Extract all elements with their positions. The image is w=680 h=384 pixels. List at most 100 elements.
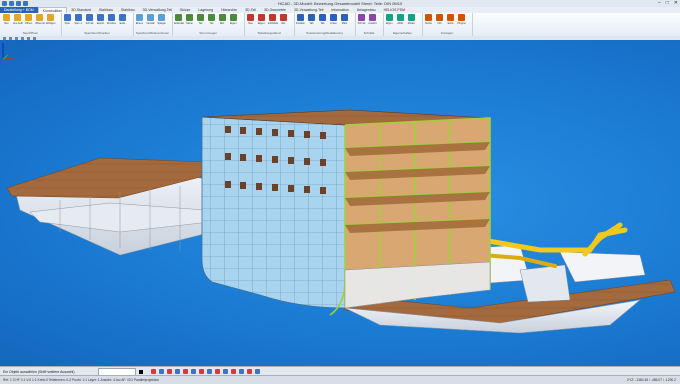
close-button[interactable]: ✕	[674, 0, 678, 7]
ribbon-button-label: Tab	[320, 22, 325, 25]
ribbon-button[interactable]: Model.	[407, 14, 416, 27]
ribbon-button[interactable]: Eigen.	[229, 14, 238, 27]
snap-icon[interactable]	[255, 369, 260, 374]
ribbon-button-icon	[158, 14, 165, 21]
ribbon-button-icon	[36, 14, 43, 21]
ribbon-button-icon	[25, 14, 32, 21]
ribbon-button-icon	[64, 14, 71, 21]
ribbon-button[interactable]: Schnitt	[85, 14, 94, 27]
ribbon-button[interactable]: Versatz	[146, 14, 155, 27]
ribbon-button[interactable]: Position	[296, 14, 305, 27]
ribbon-button[interactable]: Mark	[340, 14, 349, 27]
axis-triad-icon	[2, 43, 14, 60]
ribbon-button[interactable]: Öffnen Ex.	[35, 14, 45, 27]
3d-viewport[interactable]	[0, 40, 680, 366]
ribbon-button-label: Neu	[4, 22, 9, 25]
snap-icon[interactable]	[239, 369, 244, 374]
ribbon-group: Spei. Spei. u. Schnitt Export Drucken Ende Spe…	[61, 13, 134, 36]
ribbon-button[interactable]: Bez.	[218, 14, 227, 27]
ribbon-button[interactable]: Neu Aufb.	[13, 14, 23, 27]
ribbon-button[interactable]: Eigen.	[257, 14, 266, 27]
ribbon-button[interactable]: Ansicht	[368, 14, 377, 27]
snap-icon[interactable]	[215, 369, 220, 374]
ribbon-button-icon	[197, 14, 204, 21]
snap-icon[interactable]	[191, 369, 196, 374]
ribbon-button[interactable]: Attrib.	[396, 14, 405, 27]
snap-icon[interactable]	[167, 369, 172, 374]
ribbon-button-label: Einfügen	[45, 22, 56, 25]
snap-icon[interactable]	[199, 369, 204, 374]
ribbon-button[interactable]: Info	[435, 14, 444, 27]
ribbon-button-icon	[75, 14, 82, 21]
snap-icon[interactable]	[183, 369, 188, 374]
ribbon-button[interactable]: Name	[185, 14, 194, 27]
snap-icon[interactable]	[159, 369, 164, 374]
ribbon-button-icon	[3, 14, 10, 21]
ribbon-button-icon	[408, 14, 415, 21]
ribbon-button-label: Name	[186, 22, 193, 25]
ribbon-button[interactable]: Einfügen	[46, 14, 55, 27]
ribbon-button[interactable]: Schnitt	[357, 14, 366, 27]
ribbon-button[interactable]: Suche	[424, 14, 433, 27]
ribbon-button[interactable]: Öffnen	[24, 14, 33, 27]
ribbon-button-icon	[136, 14, 143, 21]
ribbon-button[interactable]: Teil	[196, 14, 205, 27]
ribbon-button-label: Spei.	[64, 22, 71, 25]
ribbon-button-icon	[386, 14, 393, 21]
ribbon-button[interactable]: Stückliste	[267, 14, 278, 27]
ribbon-button[interactable]: Linien	[329, 14, 338, 27]
ribbon-button[interactable]: Neu	[246, 14, 255, 27]
color-swatch[interactable]	[139, 369, 143, 374]
ribbon-button-icon	[447, 14, 454, 21]
ribbon-button-icon	[425, 14, 432, 21]
ribbon-button-icon	[108, 14, 115, 21]
ribbon-button[interactable]: Spiegel	[157, 14, 166, 27]
ribbon-button-icon	[280, 14, 287, 21]
ribbon-button-icon	[297, 14, 304, 21]
snap-icon[interactable]	[151, 369, 156, 374]
ribbon-button[interactable]: Teilstruktur	[173, 14, 184, 27]
ribbon-button-label: Versatz	[146, 22, 155, 25]
snap-icon[interactable]	[175, 369, 180, 374]
ribbon-button-label: Eigen.	[385, 22, 394, 25]
snap-icon[interactable]	[231, 369, 236, 374]
ribbon-button-icon	[247, 14, 254, 21]
window-title: HiCAD - 3D-Modell: Bewertung Gesamtmodel…	[277, 1, 403, 6]
ribbon-button-icon	[369, 14, 376, 21]
ribbon-button-label: Bez.	[219, 22, 225, 25]
snap-icon[interactable]	[247, 369, 252, 374]
ribbon-button[interactable]: Plugins	[457, 14, 466, 27]
ribbon-group: TeilstrukturNameTeilTeilBez.Eigen.Teil e…	[172, 13, 245, 36]
ribbon-button-icon	[458, 14, 465, 21]
snap-icon[interactable]	[207, 369, 212, 374]
ribbon-group: Suche Info Extra Plugins Anzeigen	[422, 13, 473, 36]
ribbon-button[interactable]: Spei. u.	[74, 14, 83, 27]
ribbon-button-label: Eigen.	[257, 22, 266, 25]
ribbon-button[interactable]: Ref.	[279, 14, 288, 27]
maximize-button[interactable]: □	[666, 0, 669, 7]
ribbon-button-label: Suche	[424, 22, 433, 25]
ribbon-button[interactable]: Ebene	[135, 14, 144, 27]
ribbon-button[interactable]: Spei.	[63, 14, 72, 27]
ribbon-button[interactable]: Export	[96, 14, 105, 27]
ribbon-group: Position Tab Tab Linien Mark Positionierung/D…	[294, 13, 356, 36]
ribbon-button-label: Teilstruktur	[173, 22, 184, 25]
ribbon-button[interactable]: Ende	[118, 14, 127, 27]
ship-model	[6, 109, 676, 334]
ribbon-button-icon	[147, 14, 154, 21]
ribbon-button[interactable]: Tab	[318, 14, 327, 27]
ribbon-button[interactable]: Teil	[207, 14, 216, 27]
minimize-button[interactable]: –	[658, 0, 661, 7]
ribbon-button-label: Stückliste	[267, 22, 278, 25]
ribbon-button[interactable]: Drucken	[107, 14, 116, 27]
ribbon-button-label: Ref.	[281, 22, 286, 25]
snap-toolbar	[151, 369, 260, 374]
ribbon-button[interactable]: Neu	[2, 14, 11, 27]
ribbon-button[interactable]: Tab	[307, 14, 316, 27]
ribbon-group: Neu Eigen. Stückliste Ref. Teileübergreifend	[244, 13, 295, 36]
ribbon-button[interactable]: Eigen.	[385, 14, 394, 27]
ribbon-button[interactable]: Extra	[446, 14, 455, 27]
snap-icon[interactable]	[223, 369, 228, 374]
ribbon-button-label: Schnitt	[85, 22, 94, 25]
ribbon-button-label: Attrib.	[397, 22, 404, 25]
